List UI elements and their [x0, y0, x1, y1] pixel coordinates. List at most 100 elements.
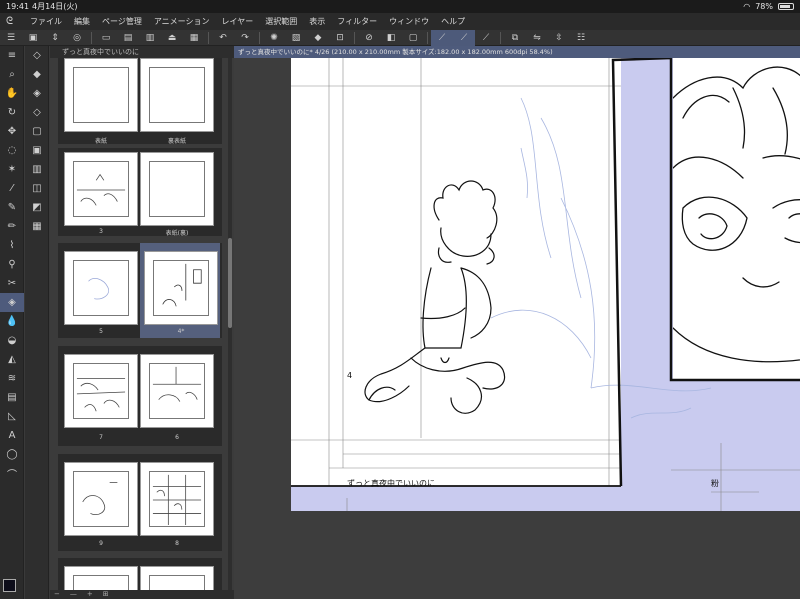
clear-icon[interactable]: ▧ — [285, 30, 307, 46]
menu-animation[interactable]: アニメーション — [148, 16, 216, 27]
deselect-icon[interactable]: ⊘ — [358, 30, 380, 46]
menu-toggle-icon[interactable]: ☰ — [0, 30, 22, 46]
chevron-updown-icon[interactable]: ⇳ — [548, 30, 570, 46]
blend-icon[interactable]: 💧 — [0, 312, 24, 331]
page-spread-4[interactable]: 7 6 — [58, 346, 222, 446]
ruler-snap-icon[interactable]: ⟋ — [431, 29, 453, 46]
subtool-8-icon[interactable]: ◫ — [25, 179, 49, 198]
text-icon[interactable]: A — [0, 426, 24, 445]
magic-wand-icon[interactable]: ✶ — [0, 160, 24, 179]
page-thumb-6[interactable] — [140, 354, 214, 428]
app-logo-icon[interactable]: ᘓ — [6, 16, 24, 27]
copy-icon[interactable]: ⧉ — [504, 30, 526, 46]
frame-border-icon[interactable]: ▤ — [0, 388, 24, 407]
panel-add-page-icon[interactable]: ⊞ — [103, 590, 109, 599]
sketch-icon — [76, 378, 126, 412]
subtool-3-icon[interactable]: ◈ — [25, 84, 49, 103]
new-file-icon[interactable]: ▭ — [95, 30, 117, 46]
page-spread-2[interactable]: 3 表紙(裏) — [58, 148, 222, 237]
airbrush-icon[interactable]: ⚲ — [0, 255, 24, 274]
page-thumb-9[interactable] — [64, 462, 138, 536]
zoom-icon[interactable]: ⌕ — [0, 65, 24, 84]
fill-tool-icon[interactable]: ◒ — [0, 331, 24, 350]
figure-icon[interactable]: ≋ — [0, 369, 24, 388]
loading-icon[interactable]: ✺ — [263, 30, 285, 46]
subtool-5-icon[interactable]: ▢ — [25, 122, 49, 141]
panel-tab-title[interactable]: ずっと真夜中でいいのに — [50, 46, 234, 58]
main-color-chip[interactable] — [3, 579, 16, 592]
page-thumb-5[interactable] — [64, 251, 138, 325]
flip-horizontal-icon[interactable]: ⇋ — [526, 30, 548, 46]
lasso-icon[interactable]: ◌ — [0, 141, 24, 160]
save-icon[interactable]: ▥ — [139, 30, 161, 46]
eraser-icon[interactable]: ◈ — [0, 293, 24, 312]
menu-selection[interactable]: 選択範囲 — [259, 16, 303, 27]
panel-scrollbar[interactable] — [228, 58, 232, 591]
menu-help[interactable]: ヘルプ — [435, 16, 471, 27]
panel-plus-icon[interactable]: + — [87, 590, 93, 599]
canvas-area[interactable]: 4 ずっと真夜中でいいのに 粉 — [234, 58, 800, 599]
page-thumb-8[interactable] — [140, 462, 214, 536]
menu-bar: ᘓ ファイル 編集 ページ管理 アニメーション レイヤー 選択範囲 表示 フィル… — [0, 13, 800, 30]
undo-icon[interactable]: ↶ — [212, 30, 234, 46]
panel-slider-icon[interactable]: — — [70, 590, 77, 599]
subtool-6-icon[interactable]: ▣ — [25, 141, 49, 160]
selection-border-icon[interactable]: ▢ — [402, 30, 424, 46]
panel-minus-icon[interactable]: − — [54, 590, 60, 599]
menu-file[interactable]: ファイル — [24, 16, 68, 27]
window-switch-icon[interactable]: ▣ — [22, 30, 44, 46]
page-thumb-3[interactable] — [64, 152, 138, 226]
menu-page-management[interactable]: ページ管理 — [96, 16, 148, 27]
brush-icon[interactable]: ⌇ — [0, 236, 24, 255]
pen-icon[interactable]: ✎ — [0, 198, 24, 217]
move-icon[interactable]: ✥ — [0, 122, 24, 141]
decoration-icon[interactable]: ✂ — [0, 274, 24, 293]
redo-icon[interactable]: ↷ — [234, 30, 256, 46]
correct-line-icon[interactable]: ⌒ — [0, 464, 24, 483]
subtool-1-icon[interactable]: ◇ — [25, 46, 49, 65]
grid-snap-icon[interactable]: ⟋ — [475, 30, 497, 46]
page-spread-3[interactable]: 5 4* — [58, 243, 222, 338]
page-spread-5[interactable]: 9 8 — [58, 454, 222, 551]
invert-selection-icon[interactable]: ◧ — [380, 30, 402, 46]
crop-icon[interactable]: ⊡ — [329, 30, 351, 46]
page-number: 4 — [347, 371, 353, 380]
page-label: 表紙(裏) — [165, 230, 189, 237]
subtool-4-icon[interactable]: ◇ — [25, 103, 49, 122]
rotate-icon[interactable]: ↻ — [0, 103, 24, 122]
canvas-tab[interactable]: ずっと真夜中でいいのに* 4/26 (210.00 x 210.00mm 製本サ… — [234, 46, 800, 58]
companion-icon[interactable]: ◎ — [66, 30, 88, 46]
subtool-9-icon[interactable]: ◩ — [25, 198, 49, 217]
gradient-icon[interactable]: ◭ — [0, 350, 24, 369]
page-thumb-cover-inner[interactable] — [140, 152, 214, 226]
grid-icon[interactable]: ▦ — [183, 30, 205, 46]
eyedropper-icon[interactable]: ⁄ — [0, 179, 24, 198]
page-right-mark: 粉 — [711, 479, 719, 488]
export-icon[interactable]: ⏏ — [161, 30, 183, 46]
page-thumb-cover[interactable] — [64, 58, 138, 132]
page-thumb-4[interactable] — [144, 251, 218, 325]
settings-icon[interactable]: ☷ — [570, 30, 592, 46]
menu-edit[interactable]: 編集 — [68, 16, 96, 27]
sub-tool-palette: ◇ ◆ ◈ ◇ ▢ ▣ ▥ ◫ ◩ ▦ — [25, 46, 49, 599]
subtool-2-icon[interactable]: ◆ — [25, 65, 49, 84]
ruler-icon[interactable]: ◺ — [0, 407, 24, 426]
palette-menu-icon[interactable]: ≡ — [0, 46, 24, 65]
page-thumb-back-cover[interactable] — [140, 58, 214, 132]
hand-icon[interactable]: ✋ — [0, 84, 24, 103]
subtool-10-icon[interactable]: ▦ — [25, 217, 49, 236]
special-ruler-snap-icon[interactable]: ⟋ — [453, 29, 475, 46]
menu-view[interactable]: 表示 — [303, 16, 331, 27]
menu-window[interactable]: ウィンドウ — [383, 16, 435, 27]
status-time: 19:41 — [6, 2, 30, 11]
fill-icon[interactable]: ◆ — [307, 30, 329, 46]
subtool-7-icon[interactable]: ▥ — [25, 160, 49, 179]
sort-icon[interactable]: ⇕ — [44, 30, 66, 46]
open-folder-icon[interactable]: ▤ — [117, 30, 139, 46]
pencil-icon[interactable]: ✏ — [0, 217, 24, 236]
page-spread-1[interactable]: 表紙 裏表紙 — [58, 58, 222, 145]
menu-filter[interactable]: フィルター — [331, 16, 383, 27]
page-thumb-7[interactable] — [64, 354, 138, 428]
menu-layer[interactable]: レイヤー — [216, 16, 260, 27]
balloon-icon[interactable]: ◯ — [0, 445, 24, 464]
